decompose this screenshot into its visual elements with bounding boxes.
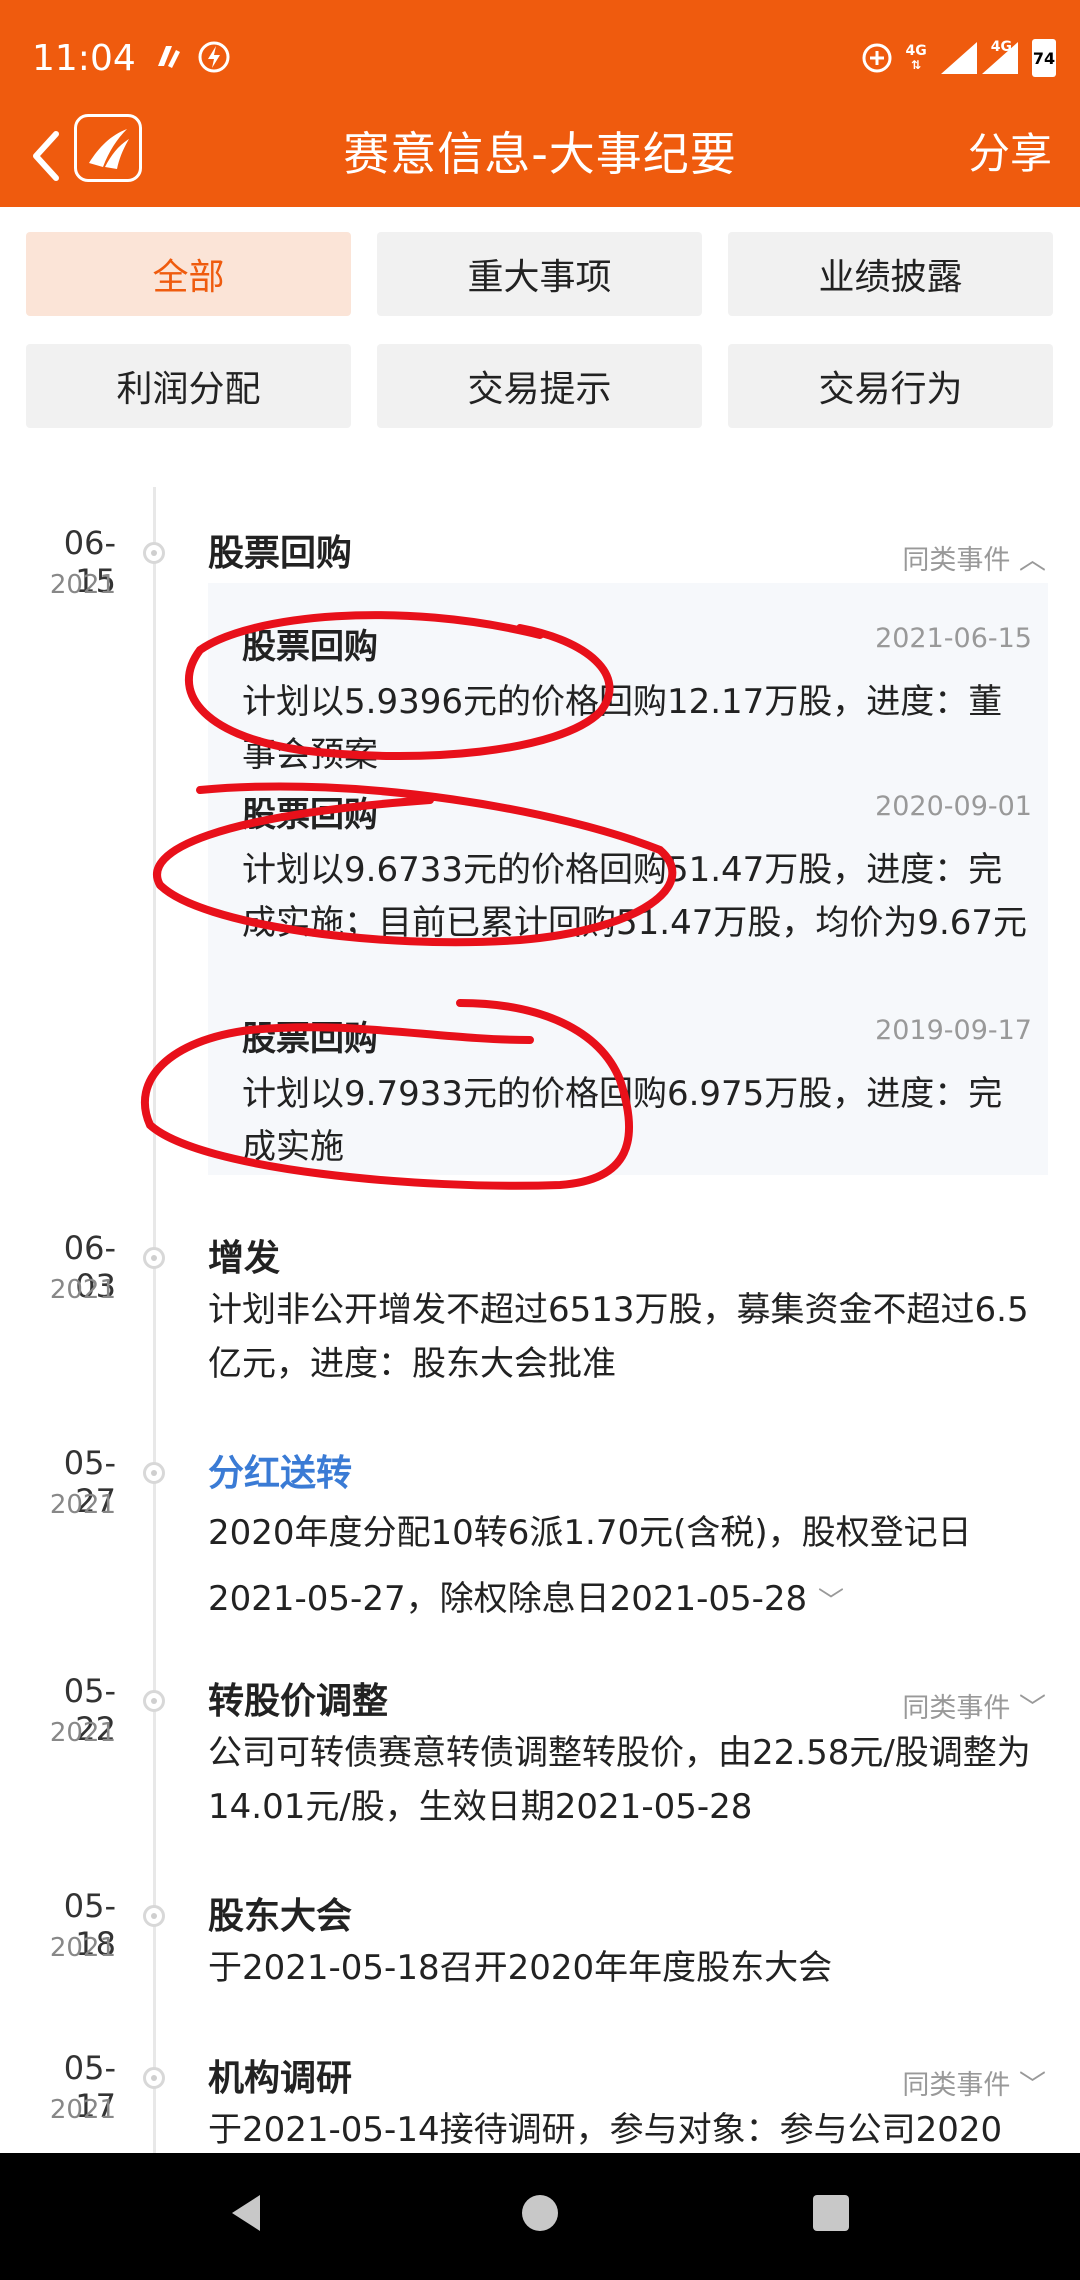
chevron-down-icon[interactable]: ﹀ xyxy=(818,1587,844,1617)
signal-icon-2 xyxy=(982,42,1018,74)
event-desc: 于2021-05-14接待调研，参与对象：参与公司2020 xyxy=(208,2110,1003,2150)
sub-event-desc: 计划以9.7933元的价格回购6.975万股，进度：完成实施 xyxy=(242,1074,1003,1167)
nav-bar: 赛意信息-大事纪要 分享 xyxy=(0,110,1080,207)
nav-home-icon[interactable] xyxy=(520,2191,560,2235)
event-year: 2021 xyxy=(49,1933,116,1963)
status-time: 11:04 xyxy=(32,38,136,79)
same-type-toggle[interactable]: 同类事件 ﹀ xyxy=(902,1686,1046,1725)
event-title: 机构调研 xyxy=(208,2058,353,2099)
share-button[interactable]: 分享 xyxy=(968,120,1052,181)
timeline-dot xyxy=(143,1905,165,1927)
event-year: 2021 xyxy=(49,1718,116,1748)
data-saver-icon xyxy=(862,43,892,73)
timeline-dot xyxy=(143,1462,165,1484)
same-type-events-card: 股票回购 2021-06-15 计划以5.9396元的价格回购12.17万股，进… xyxy=(208,583,1048,1175)
battery-icon: 74 xyxy=(1032,39,1056,77)
app-notification-icon xyxy=(158,46,180,68)
sub-event-date: 2020-09-01 xyxy=(875,791,1032,822)
timeline-dot xyxy=(143,1247,165,1269)
event-desc: 计划非公开增发不超过6513万股，募集资金不超过6.5亿元，进度：股东大会批准 xyxy=(208,1290,1029,1384)
filter-major-items[interactable]: 重大事项 xyxy=(377,232,702,316)
event-title: 转股价调整 xyxy=(208,1681,389,1722)
timeline-dot xyxy=(143,2067,165,2089)
sub-event-desc: 计划以5.9396元的价格回购12.17万股，进度：董事会预案 xyxy=(242,682,1003,775)
nav-back-icon[interactable] xyxy=(228,2191,264,2235)
sub-event: 股票回购 2020-09-01 计划以9.6733元的价格回购51.47万股，进… xyxy=(242,787,1032,950)
filter-trading-tips[interactable]: 交易提示 xyxy=(377,344,702,428)
filter-trading-behavior[interactable]: 交易行为 xyxy=(728,344,1053,428)
page-title: 赛意信息-大事纪要 xyxy=(343,127,737,181)
event-year: 2021 xyxy=(49,1490,116,1520)
same-type-toggle[interactable]: 同类事件 ︿ xyxy=(902,538,1046,577)
filter-all[interactable]: 全部 xyxy=(26,232,351,316)
signal-icon xyxy=(940,42,977,74)
event-desc: 公司可转债赛意转债调整转股价，由22.58元/股调整为14.01元/股，生效日期… xyxy=(208,1733,1031,1827)
network-4g-1: 4G ⇅ xyxy=(905,43,927,72)
sub-event-date: 2021-06-15 xyxy=(875,623,1032,654)
event-desc: 于2021-05-18召开2020年年度股东大会 xyxy=(208,1948,833,1988)
lightning-icon xyxy=(198,41,230,73)
timeline-dot xyxy=(143,542,165,564)
event-year: 2021 xyxy=(49,570,116,600)
nav-recents-icon[interactable] xyxy=(811,2191,851,2235)
event-title-link[interactable]: 分红送转 xyxy=(208,1444,352,1496)
sub-event: 股票回购 2021-06-15 计划以5.9396元的价格回购12.17万股，进… xyxy=(242,619,1032,782)
sub-event-desc: 计划以9.6733元的价格回购51.47万股，进度：完成实施；目前已累计回购51… xyxy=(242,850,1028,943)
event-desc: 2020年度分配10转6派1.70元(含税)，股权登记日2021-05-27，除… xyxy=(208,1513,972,1619)
event-year: 2021 xyxy=(49,2095,116,2125)
top-bar: 11:04 4G ⇅ 4G 74 赛意信息-大事纪要 分享 xyxy=(0,0,1080,207)
event-title: 增发 xyxy=(208,1238,281,1279)
chevron-down-icon: ﹀ xyxy=(1019,2070,1046,2101)
status-right: 4G ⇅ 4G 74 xyxy=(860,36,1056,80)
same-type-toggle[interactable]: 同类事件 ﹀ xyxy=(902,2063,1046,2102)
event-title: 股票回购 xyxy=(208,533,353,574)
sub-event: 股票回购 2019-09-17 计划以9.7933元的价格回购6.975万股，进… xyxy=(242,1011,1032,1174)
sub-event-date: 2019-09-17 xyxy=(875,1015,1032,1046)
filter-tabs: 全部 重大事项 业绩披露 利润分配 交易提示 交易行为 xyxy=(26,232,1054,428)
system-nav-bar xyxy=(0,2153,1080,2280)
timeline-dot xyxy=(143,1690,165,1712)
chevron-down-icon: ﹀ xyxy=(1019,1693,1046,1724)
filter-profit-distribution[interactable]: 利润分配 xyxy=(26,344,351,428)
filter-performance-disclosure[interactable]: 业绩披露 xyxy=(728,232,1053,316)
status-bar: 11:04 4G ⇅ 4G 74 xyxy=(0,0,1080,120)
chevron-up-icon: ︿ xyxy=(1019,545,1046,576)
event-title: 股东大会 xyxy=(208,1896,353,1937)
event-year: 2021 xyxy=(49,1275,116,1305)
